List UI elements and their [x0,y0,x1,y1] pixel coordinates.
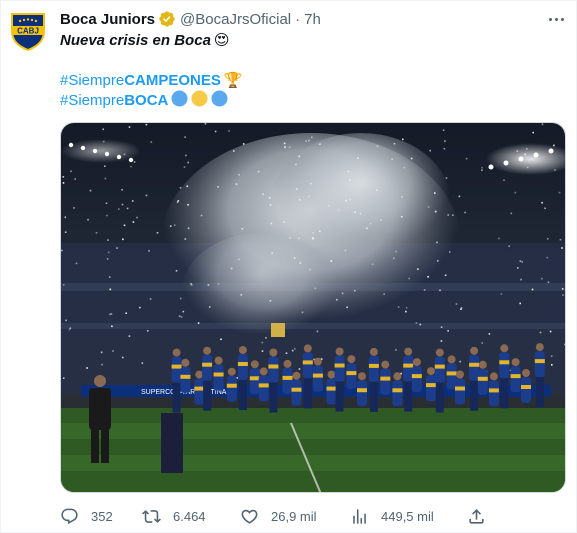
tweet-photo[interactable]: SUPERCOPA ARGENTINA [60,122,566,493]
reply-button[interactable]: 352 [60,505,113,527]
blue-circle-emoji-icon [211,90,228,113]
reply-icon [61,508,78,524]
analytics-icon [353,508,366,524]
timestamp[interactable]: 7h [304,11,321,28]
share-button[interactable] [467,505,486,527]
hashtag-siempre-boca[interactable]: #SiempreBOCA [60,91,168,111]
hashtag-siempre-campeones[interactable]: #SiempreCAMPEONES [60,71,221,91]
like-count: 26,9 mil [271,508,317,524]
avatar[interactable]: CABJ [8,11,48,52]
retweet-icon [142,509,161,523]
share-icon [469,508,484,524]
display-name[interactable]: Boca Juniors [60,11,155,28]
avatar-text: CABJ [17,27,39,36]
verified-icon [158,10,176,28]
trophy-emoji-icon: 🏆 [223,72,243,89]
heart-eyes-emoji-icon: 😍 [213,32,230,49]
celebration-photo: SUPERCOPA ARGENTINA [61,123,565,492]
tweet-text: Nueva crisis en Boca 😍 #SiempreCAMPEONES… [60,31,560,111]
heart-icon [241,509,258,524]
tweet-header: Boca Juniors @BocaJrsOficial · 7h [60,9,321,29]
blue-circle-emoji-icon [171,90,188,113]
separator-dot: · [295,10,301,28]
action-bar: 352 6.464 26,9 mil 449,5 mil [60,505,500,527]
more-options-icon[interactable] [545,9,567,29]
boca-crest-icon: CABJ [11,13,45,52]
reply-count: 352 [91,508,113,524]
views-button[interactable]: 449,5 mil [350,505,434,527]
yellow-circle-emoji-icon [191,90,208,113]
tweet-line-1: Nueva crisis en Boca [60,32,211,49]
retweet-button[interactable]: 6.464 [142,505,206,527]
user-handle[interactable]: @BocaJrsOficial [180,11,291,28]
like-button[interactable]: 26,9 mil [240,505,317,527]
views-count: 449,5 mil [381,508,434,524]
tweet-card[interactable]: CABJ Boca Juniors @BocaJrsOficial · 7h N… [0,0,577,533]
trophy-shape [271,323,285,337]
retweet-count: 6.464 [173,508,206,524]
